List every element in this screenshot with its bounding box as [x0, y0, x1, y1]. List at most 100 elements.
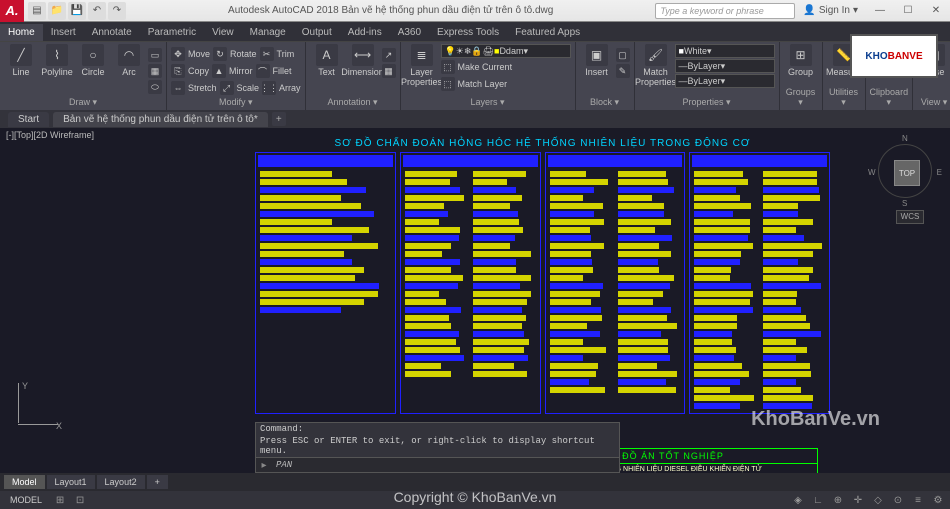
dimension-button[interactable]: ⟷Dimension: [346, 44, 380, 96]
status-toggle-icon[interactable]: ⊕: [830, 493, 846, 507]
text-button[interactable]: AText: [310, 44, 344, 96]
leader-icon[interactable]: ↗: [382, 48, 396, 62]
tab-parametric[interactable]: Parametric: [140, 24, 204, 41]
tab-featured[interactable]: Featured Apps: [507, 24, 588, 41]
color-combo[interactable]: ■ White ▾: [675, 44, 775, 58]
status-toggle-icon[interactable]: ◇: [870, 493, 886, 507]
hatch-icon[interactable]: ▦: [148, 64, 162, 78]
close-button[interactable]: ✕: [922, 0, 950, 22]
group-icon: ⊞: [790, 44, 812, 66]
wcs-button[interactable]: WCS: [896, 210, 924, 224]
qat-redo-icon[interactable]: ↷: [108, 2, 126, 20]
scale-icon[interactable]: ⤢: [220, 81, 234, 95]
tab-layout2[interactable]: Layout2: [97, 475, 145, 489]
make-current-icon[interactable]: ⬚: [441, 60, 455, 74]
circle-icon: ○: [82, 44, 104, 66]
tab-layout1[interactable]: Layout1: [47, 475, 95, 489]
tab-drawing[interactable]: Bản vẽ hệ thống phun dầu điện tử trên ô …: [53, 112, 268, 127]
ucs-icon: YX: [10, 383, 60, 433]
panel-modify: ✥Move ↻Rotate ✂Trim ⎘Copy ▲Mirror ⌒Fille…: [167, 42, 306, 110]
viewcube[interactable]: TOP N E S W: [870, 136, 940, 206]
panel-modify-label[interactable]: Modify ▾: [171, 96, 301, 108]
status-toggle-icon[interactable]: ∟: [810, 493, 826, 507]
status-toggle-icon[interactable]: ◈: [790, 493, 806, 507]
status-toggle-icon[interactable]: ≡: [910, 493, 926, 507]
panel-layers-label[interactable]: Layers ▾: [405, 96, 571, 108]
polyline-icon: ⌇: [46, 44, 68, 66]
stretch-icon[interactable]: ⇔: [171, 81, 185, 95]
tab-model[interactable]: Model: [4, 475, 45, 489]
move-icon[interactable]: ✥: [171, 47, 185, 61]
tab-addins[interactable]: Add-ins: [340, 24, 390, 41]
panel-groups-label[interactable]: Groups ▾: [784, 86, 818, 108]
qat-save-icon[interactable]: 💾: [68, 2, 86, 20]
panel-view-label[interactable]: View ▾: [917, 96, 950, 108]
panel-block-label[interactable]: Block ▾: [580, 96, 630, 108]
tab-a360[interactable]: A360: [390, 24, 429, 41]
tab-manage[interactable]: Manage: [242, 24, 294, 41]
table-icon[interactable]: ▦: [382, 64, 396, 78]
array-icon[interactable]: ⋮⋮: [262, 81, 276, 95]
tab-layout-add[interactable]: +: [147, 475, 168, 489]
command-line[interactable]: Command: Press ESC or ENTER to exit, or …: [255, 422, 620, 473]
tab-express[interactable]: Express Tools: [429, 24, 507, 41]
polyline-button[interactable]: ⌇Polyline: [40, 44, 74, 96]
status-model[interactable]: MODEL: [4, 495, 48, 505]
create-block-icon[interactable]: ▢: [616, 48, 630, 62]
panel-draw-label[interactable]: Draw ▾: [4, 96, 162, 108]
status-toggle-icon[interactable]: ⚙: [930, 493, 946, 507]
fillet-icon[interactable]: ⌒: [256, 64, 270, 78]
circle-button[interactable]: ○Circle: [76, 44, 110, 96]
tab-add-button[interactable]: +: [272, 112, 286, 126]
maximize-button[interactable]: ☐: [894, 0, 922, 22]
snap-icon[interactable]: ⊡: [72, 493, 88, 507]
tab-start[interactable]: Start: [8, 112, 49, 127]
line-button[interactable]: ╱Line: [4, 44, 38, 96]
layer-combo[interactable]: 💡☀❄🔒🖨 ■ Ddam ▾: [441, 44, 571, 58]
rotate-icon[interactable]: ↻: [213, 47, 227, 61]
qat-new-icon[interactable]: ▤: [28, 2, 46, 20]
panel-annotation-label[interactable]: Annotation ▾: [310, 96, 396, 108]
match-layer-icon[interactable]: ⬚: [441, 77, 455, 91]
tab-output[interactable]: Output: [294, 24, 340, 41]
command-input[interactable]: PAN: [272, 459, 296, 471]
tab-insert[interactable]: Insert: [43, 24, 84, 41]
grid-icon[interactable]: ⊞: [52, 493, 68, 507]
match-properties-button[interactable]: 🖌Match Properties: [639, 44, 673, 96]
qat-open-icon[interactable]: 📁: [48, 2, 66, 20]
panel-groups: ⊞Group Groups ▾: [780, 42, 823, 110]
panel-clipboard-label[interactable]: Clipboard ▾: [870, 86, 909, 108]
tab-annotate[interactable]: Annotate: [84, 24, 140, 41]
tab-view[interactable]: View: [204, 24, 242, 41]
mirror-icon[interactable]: ▲: [212, 64, 226, 78]
group-button[interactable]: ⊞Group: [784, 44, 818, 86]
linetype-combo[interactable]: — ByLayer ▾: [675, 59, 775, 73]
status-toggle-icon[interactable]: ⊙: [890, 493, 906, 507]
dimension-icon: ⟷: [352, 44, 374, 66]
insert-icon: ▣: [586, 44, 608, 66]
signin-button[interactable]: 👤Sign In▾: [803, 5, 858, 16]
viewport-label[interactable]: [-][Top][2D Wireframe]: [6, 130, 94, 140]
line-icon: ╱: [10, 44, 32, 66]
rect-icon[interactable]: ▭: [148, 48, 162, 62]
minimize-button[interactable]: —: [866, 0, 894, 22]
tab-home[interactable]: Home: [0, 24, 43, 41]
layer-properties-button[interactable]: ≣Layer Properties: [405, 44, 439, 96]
user-icon: 👤: [803, 5, 815, 16]
viewcube-top[interactable]: TOP: [894, 160, 920, 186]
app-logo[interactable]: A: [0, 0, 24, 22]
edit-block-icon[interactable]: ✎: [616, 64, 630, 78]
help-search-input[interactable]: Type a keyword or phrase: [655, 3, 795, 19]
trim-icon[interactable]: ✂: [260, 47, 274, 61]
panel-properties-label[interactable]: Properties ▾: [639, 96, 775, 108]
arc-button[interactable]: ◠Arc: [112, 44, 146, 96]
status-toggle-icon[interactable]: ✛: [850, 493, 866, 507]
ribbon-tabs: Home Insert Annotate Parametric View Man…: [0, 22, 950, 42]
lineweight-combo[interactable]: — ByLayer ▾: [675, 74, 775, 88]
arc-icon: ◠: [118, 44, 140, 66]
qat-undo-icon[interactable]: ↶: [88, 2, 106, 20]
insert-button[interactable]: ▣Insert: [580, 44, 614, 96]
ellipse-icon[interactable]: ⬭: [148, 80, 162, 94]
panel-utilities-label[interactable]: Utilities ▾: [827, 86, 861, 108]
copy-icon[interactable]: ⎘: [171, 64, 185, 78]
